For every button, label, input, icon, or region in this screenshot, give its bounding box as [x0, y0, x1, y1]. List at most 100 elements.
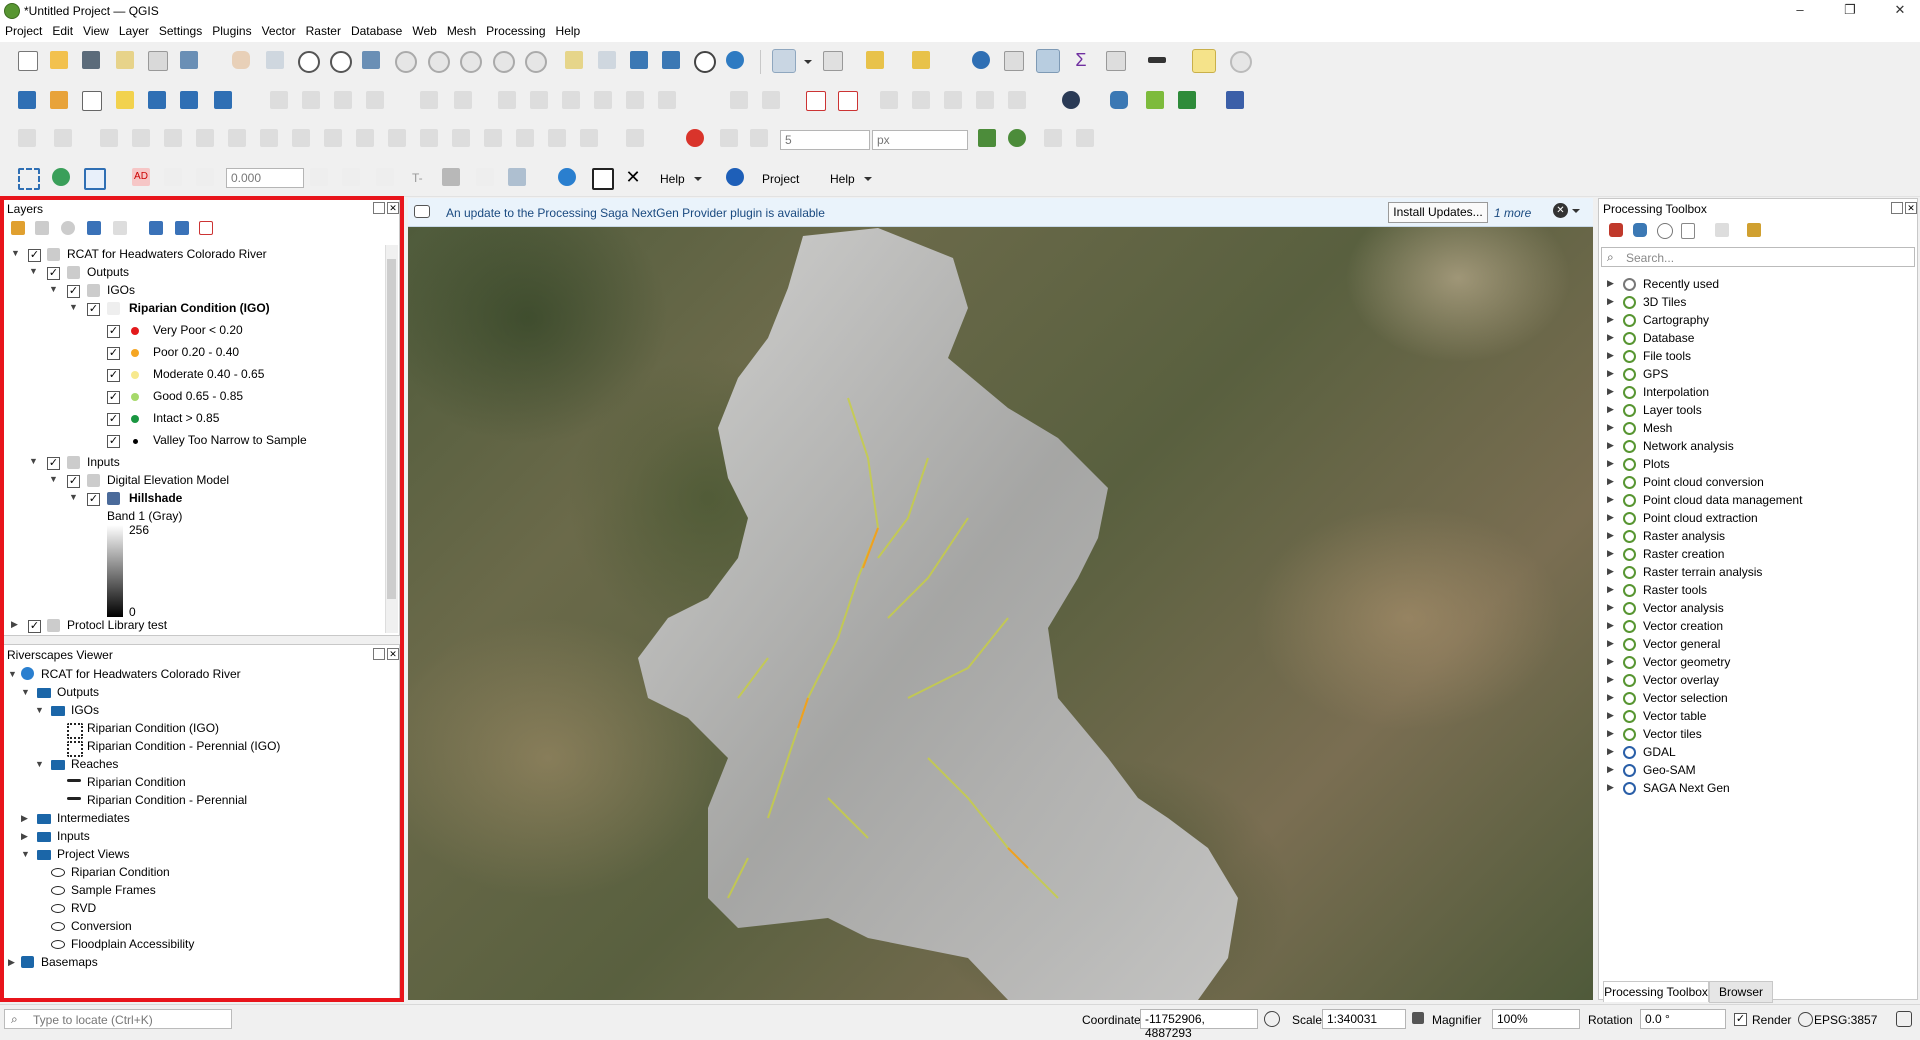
- tree-item-riparian-condition-igo[interactable]: Riparian Condition (IGO): [129, 299, 270, 317]
- expand-arrow-icon[interactable]: ▼: [69, 302, 78, 312]
- layer-visibility-checkbox[interactable]: ✓: [67, 475, 80, 488]
- self-snapping-icon[interactable]: [1044, 129, 1062, 147]
- toolbox-item[interactable]: File tools: [1643, 347, 1691, 365]
- chevron-down-icon[interactable]: [804, 60, 812, 64]
- menu-project[interactable]: Project: [0, 22, 47, 38]
- magnifier-spinbox[interactable]: 100%: [1492, 1009, 1580, 1029]
- rv-item-reaches[interactable]: Reaches: [71, 755, 118, 773]
- collapse-arrow-icon[interactable]: ▶: [1607, 476, 1614, 487]
- copy-features-icon[interactable]: [562, 91, 580, 109]
- layer-visibility-checkbox[interactable]: ✓: [87, 493, 100, 506]
- menu-edit[interactable]: Edit: [47, 22, 78, 38]
- topological-editing-icon[interactable]: [978, 129, 996, 147]
- undo-icon[interactable]: [626, 91, 644, 109]
- new-virtual-layer-icon[interactable]: [180, 91, 198, 109]
- legend-checkbox[interactable]: ✓: [107, 325, 120, 338]
- toolbox-item[interactable]: Vector general: [1643, 635, 1720, 653]
- collapse-arrow-icon[interactable]: ▶: [1607, 620, 1614, 631]
- collapse-arrow-icon[interactable]: ▶: [1607, 638, 1614, 649]
- zoom-to-layer-icon[interactable]: [428, 51, 450, 73]
- collapse-arrow-icon[interactable]: ▶: [1607, 656, 1614, 667]
- manage-map-themes-icon[interactable]: [61, 221, 75, 235]
- menu-processing[interactable]: Processing: [481, 22, 550, 38]
- toolbox-item[interactable]: Point cloud extraction: [1643, 509, 1758, 527]
- rv-item-rcat[interactable]: RCAT for Headwaters Colorado River: [41, 665, 241, 683]
- close-x-icon[interactable]: ✕: [624, 168, 642, 186]
- zoom-to-selection-icon[interactable]: [395, 51, 417, 73]
- show-hide-labels-icon[interactable]: [912, 91, 930, 109]
- toolbox-item[interactable]: Point cloud data management: [1643, 491, 1802, 509]
- collapse-arrow-icon[interactable]: ▶: [1607, 710, 1614, 721]
- locator-zoom-icon[interactable]: [1230, 51, 1252, 73]
- adj-label-icon[interactable]: [342, 168, 360, 186]
- new-project-icon[interactable]: [18, 51, 38, 71]
- rotation-spinbox[interactable]: 0.0 °: [1640, 1009, 1726, 1029]
- map-canvas[interactable]: [408, 198, 1593, 1000]
- toolbox-item[interactable]: Raster analysis: [1643, 527, 1725, 545]
- tree-item-hillshade[interactable]: Hillshade: [129, 489, 182, 507]
- riverscapes-logo-icon[interactable]: [726, 168, 744, 186]
- toolbox-item[interactable]: Vector analysis: [1643, 599, 1724, 617]
- tree-item-dem[interactable]: Digital Elevation Model: [107, 471, 229, 489]
- legend-checkbox[interactable]: ✓: [107, 435, 120, 448]
- ro-label-icon[interactable]: [164, 168, 182, 186]
- add-vector-layer-icon[interactable]: [214, 91, 232, 109]
- toolbox-item[interactable]: Layer tools: [1643, 401, 1702, 419]
- move-feature-icon[interactable]: [100, 129, 118, 147]
- data-source-manager-icon[interactable]: [18, 91, 36, 109]
- zoom-last-icon[interactable]: [493, 51, 515, 73]
- select-by-value-icon[interactable]: [823, 51, 843, 71]
- terrain-plugin-icon[interactable]: [1178, 91, 1196, 109]
- collapse-arrow-icon[interactable]: ▶: [1607, 350, 1614, 361]
- offset-curve-icon[interactable]: [388, 129, 406, 147]
- snapping-tolerance-spinbox[interactable]: 5: [780, 130, 870, 150]
- rv-item-riparian-perennial[interactable]: Riparian Condition - Perennial: [87, 791, 247, 809]
- collapse-all-icon[interactable]: [175, 221, 189, 235]
- minimize-icon[interactable]: –: [1785, 2, 1815, 18]
- rv-view-riparian-condition[interactable]: Riparian Condition: [71, 863, 170, 881]
- toolbox-item[interactable]: Vector selection: [1643, 689, 1728, 707]
- filter-expression-icon[interactable]: [113, 221, 127, 235]
- temporal-controller-icon[interactable]: [694, 51, 716, 73]
- expand-all-icon[interactable]: [149, 221, 163, 235]
- add-circular-string-icon[interactable]: [54, 129, 72, 147]
- delete-part-icon[interactable]: [324, 129, 342, 147]
- collapse-arrow-icon[interactable]: ▶: [1607, 512, 1614, 523]
- lock-scale-icon[interactable]: [1412, 1012, 1424, 1024]
- close-banner-icon[interactable]: ✕: [1553, 203, 1568, 218]
- collapse-arrow-icon[interactable]: ▶: [1607, 674, 1614, 685]
- paste-features-icon[interactable]: [594, 91, 612, 109]
- riverscapes-globe-icon[interactable]: [558, 168, 576, 186]
- collapse-arrow-icon[interactable]: ▶: [8, 957, 15, 968]
- python-scripts-icon[interactable]: [1633, 223, 1647, 237]
- collapse-arrow-icon[interactable]: ▶: [1607, 314, 1614, 325]
- new-3d-view-icon[interactable]: [598, 51, 616, 69]
- collapse-arrow-icon[interactable]: ▶: [1607, 530, 1614, 541]
- zoom-next-icon[interactable]: [525, 51, 547, 73]
- toolbox-item[interactable]: Vector table: [1643, 707, 1706, 725]
- menu-view[interactable]: View: [78, 22, 114, 38]
- menu-vector[interactable]: Vector: [257, 22, 301, 38]
- close-panel-icon[interactable]: ✕: [387, 202, 399, 214]
- collapse-arrow-icon[interactable]: ▶: [1607, 566, 1614, 577]
- zoom-in-icon[interactable]: [298, 51, 320, 73]
- deselect-icon[interactable]: [866, 51, 884, 69]
- measure-icon[interactable]: [1148, 57, 1166, 63]
- label-abc-highlight-icon[interactable]: [838, 91, 858, 111]
- layer-visibility-checkbox[interactable]: ✓: [28, 620, 41, 633]
- collapse-arrow-icon[interactable]: ▶: [1607, 584, 1614, 595]
- layer-visibility-checkbox[interactable]: ✓: [28, 249, 41, 262]
- expand-arrow-icon[interactable]: ▼: [69, 492, 78, 502]
- tracing-icon[interactable]: [1076, 129, 1094, 147]
- change-label-icon[interactable]: [1008, 91, 1026, 109]
- close-icon[interactable]: ✕: [1885, 2, 1915, 18]
- tree-item-protocl-library[interactable]: Protocl Library test: [67, 616, 167, 634]
- collapse-arrow-icon[interactable]: ▶: [1607, 494, 1614, 505]
- zoom-native-icon[interactable]: [460, 51, 482, 73]
- toolbox-item[interactable]: GPS: [1643, 365, 1668, 383]
- collapse-arrow-icon[interactable]: ▶: [1607, 728, 1614, 739]
- collapse-arrow-icon[interactable]: ▶: [1607, 332, 1614, 343]
- toolbox-item[interactable]: Vector creation: [1643, 617, 1723, 635]
- toolbox-item[interactable]: Point cloud conversion: [1643, 473, 1764, 491]
- processing-toolbox-icon[interactable]: [1036, 49, 1060, 73]
